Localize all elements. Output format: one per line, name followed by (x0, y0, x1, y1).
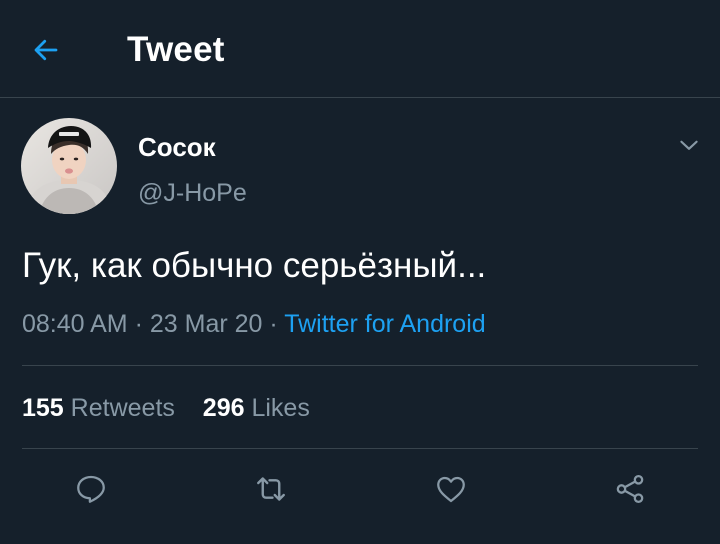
likes-stat[interactable]: 296 Likes (203, 394, 310, 422)
tweet-stats: 155 Retweets 296 Likes (22, 392, 310, 424)
tweet-source-link[interactable]: Twitter for Android (284, 310, 485, 338)
back-button[interactable] (26, 30, 66, 70)
avatar[interactable] (21, 118, 117, 214)
share-button[interactable] (610, 469, 650, 509)
more-options-button[interactable] (676, 132, 702, 158)
likes-label: Likes (251, 394, 310, 422)
retweet-button[interactable] (251, 469, 291, 509)
divider (22, 448, 698, 449)
tweet-meta: 08:40 AM · 23 Mar 20 · Twitter for Andro… (22, 308, 486, 340)
retweet-icon (257, 477, 285, 501)
tweet-time: 08:40 AM (22, 310, 128, 338)
divider (22, 365, 698, 366)
chevron-down-icon (680, 140, 698, 150)
reply-button[interactable] (71, 469, 111, 509)
tweet-date: 23 Mar 20 (149, 310, 263, 338)
retweets-label: Retweets (70, 394, 175, 422)
meta-separator: · (262, 310, 285, 338)
like-button[interactable] (431, 469, 471, 509)
user-handle[interactable]: @J-HoPe (138, 177, 247, 209)
retweets-stat[interactable]: 155 Retweets (22, 394, 175, 422)
profile-photo (21, 118, 117, 214)
arrow-left-icon (34, 39, 58, 61)
heart-icon (437, 476, 465, 503)
share-icon (616, 474, 644, 504)
tweet-text: Гук, как обычно серьёзный... (22, 246, 487, 285)
reply-icon (77, 475, 105, 503)
page-title: Tweet (127, 30, 225, 69)
retweets-count: 155 (22, 394, 64, 422)
display-name[interactable]: Сосок (138, 131, 216, 163)
likes-count: 296 (202, 394, 245, 422)
top-bar: Tweet (0, 0, 720, 98)
meta-separator: · (127, 310, 150, 338)
